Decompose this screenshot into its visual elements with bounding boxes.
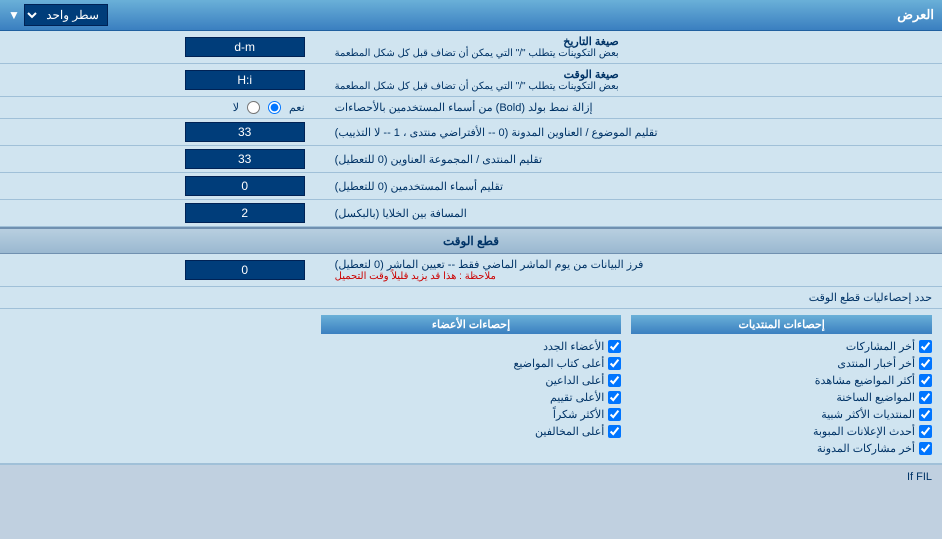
list-item: أخر مشاركات المدونة	[631, 440, 932, 457]
members-stats-title: إحصاءات الأعضاء	[432, 319, 510, 331]
bold-no-radio[interactable]	[247, 101, 260, 114]
posts-item-label-4: المنتديات الأكثر شبية	[821, 408, 915, 421]
members-checkbox-5[interactable]	[608, 425, 621, 438]
bold-yes-radio[interactable]	[268, 101, 281, 114]
posts-item-label-3: المواضيع الساخنة	[836, 391, 915, 404]
date-format-label: صيغة التاريخ	[335, 35, 619, 48]
cell-spacing-label: المسافة بين الخلايا (بالبكسل)	[335, 207, 467, 220]
members-checkbox-2[interactable]	[608, 374, 621, 387]
bold-no-label: لا	[233, 101, 239, 114]
limit-stats-label: حدد إحصاءليات قطع الوقت	[809, 292, 932, 304]
bold-remove-label: إزالة نمط بولد (Bold) من أسماء المستخدمي…	[335, 101, 593, 114]
members-item-label-2: أعلى الداعين	[545, 374, 604, 387]
trim-forum-input[interactable]	[185, 149, 305, 169]
date-format-input[interactable]	[185, 37, 305, 57]
posts-checkbox-1[interactable]	[919, 357, 932, 370]
list-item: أعلى الداعين	[321, 372, 622, 389]
list-item: المنتديات الأكثر شبية	[631, 406, 932, 423]
trim-forum-label: تقليم المنتدى / المجموعة العناوين (0 للت…	[335, 153, 542, 166]
time-format-sublabel: بعض التكوينات يتطلب "/" التي يمكن أن تضا…	[335, 81, 619, 92]
footer-note: If FIL	[907, 471, 932, 483]
list-item: أخر المشاركات	[631, 338, 932, 355]
list-item: أكثر المواضيع مشاهدة	[631, 372, 932, 389]
time-format-label: صيغة الوقت	[335, 68, 619, 81]
section-title: العرض	[897, 7, 934, 23]
posts-checkbox-0[interactable]	[919, 340, 932, 353]
members-item-label-0: الأعضاء الجدد	[543, 340, 604, 353]
posts-item-label-6: أخر مشاركات المدونة	[817, 442, 915, 455]
posts-checkbox-2[interactable]	[919, 374, 932, 387]
trim-usernames-label: تقليم أسماء المستخدمين (0 للتعطيل)	[335, 180, 503, 193]
time-cut-title: قطع الوقت	[443, 234, 499, 248]
posts-checkbox-3[interactable]	[919, 391, 932, 404]
posts-item-label-2: أكثر المواضيع مشاهدة	[815, 374, 915, 387]
list-item: الأعضاء الجدد	[321, 338, 622, 355]
cell-spacing-input[interactable]	[185, 203, 305, 223]
posts-stats-title: إحصاءات المنتديات	[738, 319, 824, 331]
posts-item-label-5: أحدث الإعلانات المبوبة	[813, 425, 915, 438]
posts-checkbox-5[interactable]	[919, 425, 932, 438]
list-item: أخر أخبار المنتدى	[631, 355, 932, 372]
time-cut-input[interactable]	[185, 260, 305, 280]
trim-topics-input[interactable]	[185, 122, 305, 142]
bold-yes-label: نعم	[289, 101, 305, 114]
time-cut-label: فرز البيانات من يوم الماشر الماضي فقط --…	[335, 258, 644, 271]
trim-topics-label: تقليم الموضوع / العناوين المدونة (0 -- ا…	[335, 126, 658, 139]
date-format-sublabel: بعض التكوينات يتطلب "/" التي يمكن أن تضا…	[335, 48, 619, 59]
list-item: الأكثر شكراً	[321, 406, 622, 423]
members-item-label-5: أعلى المخالفين	[535, 425, 604, 438]
list-item: المواضيع الساخنة	[631, 389, 932, 406]
posts-item-label-0: أخر المشاركات	[846, 340, 915, 353]
trim-usernames-input[interactable]	[185, 176, 305, 196]
list-item: أعلى كتاب المواضيع	[321, 355, 622, 372]
list-item: أعلى المخالفين	[321, 423, 622, 440]
members-checkbox-1[interactable]	[608, 357, 621, 370]
members-item-label-4: الأكثر شكراً	[553, 408, 604, 421]
display-select[interactable]: سطر واحد سطرين ثلاثة أسطر	[24, 4, 108, 26]
members-item-label-1: أعلى كتاب المواضيع	[514, 357, 605, 370]
members-checkbox-3[interactable]	[608, 391, 621, 404]
members-checkbox-0[interactable]	[608, 340, 621, 353]
time-format-input[interactable]	[185, 70, 305, 90]
list-item: الأعلى تقييم	[321, 389, 622, 406]
members-item-label-3: الأعلى تقييم	[550, 391, 604, 404]
members-checkbox-4[interactable]	[608, 408, 621, 421]
posts-checkbox-6[interactable]	[919, 442, 932, 455]
posts-item-label-1: أخر أخبار المنتدى	[837, 357, 915, 370]
list-item: أحدث الإعلانات المبوبة	[631, 423, 932, 440]
time-cut-note: ملاحظة : هذا قد يزيد قليلاً وقت التحميل	[335, 271, 496, 282]
select-arrow-icon: ▼	[8, 8, 20, 22]
posts-checkbox-4[interactable]	[919, 408, 932, 421]
